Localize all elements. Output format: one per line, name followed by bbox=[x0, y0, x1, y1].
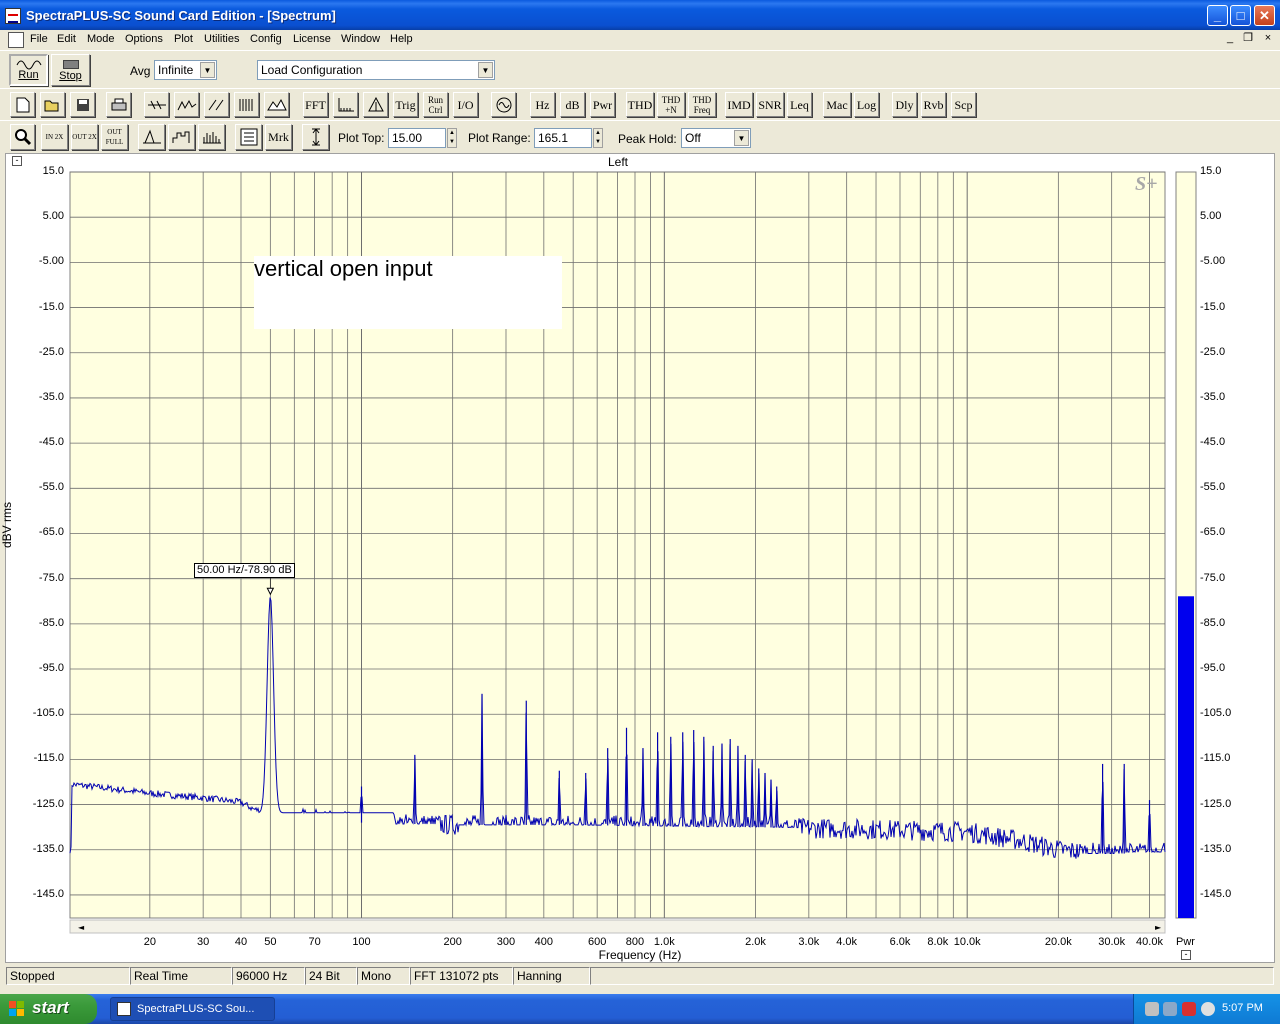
x-tick-label: 100 bbox=[352, 936, 371, 948]
status-empty bbox=[590, 967, 1274, 985]
y-tick-label: -135.0 bbox=[32, 842, 64, 855]
x-tick-label: 40.0k bbox=[1136, 936, 1163, 948]
windows-flag-icon bbox=[9, 1001, 25, 1017]
y-tick-label: -145.0 bbox=[32, 887, 64, 900]
status-run-state: Stopped bbox=[6, 967, 130, 985]
channel-label: Left bbox=[608, 155, 629, 169]
meter-tick-label: -15.0 bbox=[1200, 300, 1226, 313]
y-tick-label: -25.0 bbox=[38, 345, 64, 358]
spectraplus-logo: S+ bbox=[1135, 173, 1158, 195]
taskbar-app-button[interactable]: SpectraPLUS-SC Sou... bbox=[110, 997, 275, 1021]
meter-tick-label: 15.0 bbox=[1200, 165, 1222, 177]
x-tick-label: 10.0k bbox=[953, 936, 981, 948]
y-tick-label: -115.0 bbox=[33, 752, 64, 765]
meter-tick-label: -115.0 bbox=[1200, 752, 1231, 765]
spectrum-plot[interactable]: ◄ ► bbox=[0, 0, 1280, 964]
x-tick-label: 200 bbox=[443, 936, 462, 948]
status-bit-depth: 24 Bit bbox=[305, 967, 357, 985]
meter-tick-label: -95.0 bbox=[1200, 662, 1226, 675]
collapse-meter-button[interactable]: - bbox=[1181, 950, 1191, 960]
y-tick-label: -15.0 bbox=[38, 300, 64, 313]
x-tick-label: 400 bbox=[534, 936, 553, 948]
horizontal-scrollbar[interactable] bbox=[69, 919, 1166, 934]
volume-icon[interactable] bbox=[1163, 1002, 1177, 1016]
status-bar: Stopped Real Time 96000 Hz 24 Bit Mono F… bbox=[0, 964, 1280, 988]
y-tick-label: 15.0 bbox=[42, 165, 64, 177]
y-tick-label: -85.0 bbox=[38, 616, 64, 629]
clock: 5:07 PM bbox=[1222, 1002, 1263, 1014]
y-tick-label: -45.0 bbox=[38, 436, 64, 449]
power-meter-bar bbox=[1178, 596, 1194, 918]
x-tick-label: 4.0k bbox=[836, 936, 858, 948]
taskbar-app-label: SpectraPLUS-SC Sou... bbox=[137, 1003, 255, 1015]
status-window: Hanning bbox=[513, 967, 590, 985]
meter-tick-label: -135.0 bbox=[1200, 842, 1232, 855]
x-axis-title: Frequency (Hz) bbox=[598, 948, 682, 962]
status-icon[interactable] bbox=[1201, 1002, 1215, 1016]
y-tick-label: -105.0 bbox=[32, 707, 64, 720]
y-tick-label: 5.00 bbox=[42, 210, 64, 223]
meter-tick-label: -75.0 bbox=[1200, 571, 1226, 584]
network-icon[interactable] bbox=[1145, 1002, 1159, 1016]
y-tick-label: -75.0 bbox=[38, 571, 64, 584]
x-tick-label: 1.0k bbox=[653, 936, 675, 948]
x-tick-label: 20.0k bbox=[1044, 936, 1072, 948]
meter-tick-label: -5.00 bbox=[1200, 255, 1226, 268]
status-channels: Mono bbox=[357, 967, 410, 985]
plot-annotation[interactable]: vertical open input bbox=[254, 256, 562, 329]
app-icon bbox=[117, 1002, 131, 1016]
taskbar: start SpectraPLUS-SC Sou... 5:07 PM bbox=[0, 994, 1280, 1024]
y-tick-label: -125.0 bbox=[32, 797, 64, 810]
y-tick-label: -55.0 bbox=[38, 481, 64, 494]
meter-tick-label: -125.0 bbox=[1200, 797, 1232, 810]
status-sample-rate: 96000 Hz bbox=[232, 967, 305, 985]
meter-tick-label: -65.0 bbox=[1200, 526, 1226, 539]
y-tick-label: -35.0 bbox=[38, 390, 64, 403]
status-mode: Real Time bbox=[130, 967, 232, 985]
marker-readout: 50.00 Hz/-78.90 dB bbox=[194, 563, 295, 578]
x-tick-label: 2.0k bbox=[745, 936, 766, 948]
start-button[interactable]: start bbox=[0, 994, 97, 1024]
x-tick-label: 70 bbox=[308, 936, 321, 948]
meter-tick-label: -105.0 bbox=[1200, 707, 1232, 720]
x-tick-label: 50 bbox=[264, 936, 277, 948]
security-shield-icon[interactable] bbox=[1182, 1002, 1196, 1016]
y-tick-label: -95.0 bbox=[38, 662, 64, 675]
collapse-plot-button[interactable]: - bbox=[12, 156, 22, 166]
y-axis-title: dBV rms bbox=[0, 501, 14, 548]
x-tick-label: 20 bbox=[143, 936, 156, 948]
meter-tick-label: 5.00 bbox=[1200, 210, 1222, 223]
y-tick-label: -65.0 bbox=[38, 526, 64, 539]
meter-tick-label: -25.0 bbox=[1200, 345, 1226, 358]
meter-tick-label: -35.0 bbox=[1200, 390, 1226, 403]
meter-tick-label: -55.0 bbox=[1200, 481, 1226, 494]
status-fft-size: FFT 131072 pts bbox=[410, 967, 513, 985]
meter-tick-label: -85.0 bbox=[1200, 616, 1226, 629]
meter-tick-label: -45.0 bbox=[1200, 436, 1226, 449]
scroll-left-arrow[interactable]: ◄ bbox=[78, 923, 85, 932]
y-tick-label: -5.00 bbox=[38, 255, 64, 268]
meter-tick-label: -145.0 bbox=[1200, 887, 1232, 900]
start-label: start bbox=[32, 998, 69, 1017]
meter-label: Pwr bbox=[1176, 936, 1195, 948]
scroll-right-arrow[interactable]: ► bbox=[1155, 923, 1162, 932]
